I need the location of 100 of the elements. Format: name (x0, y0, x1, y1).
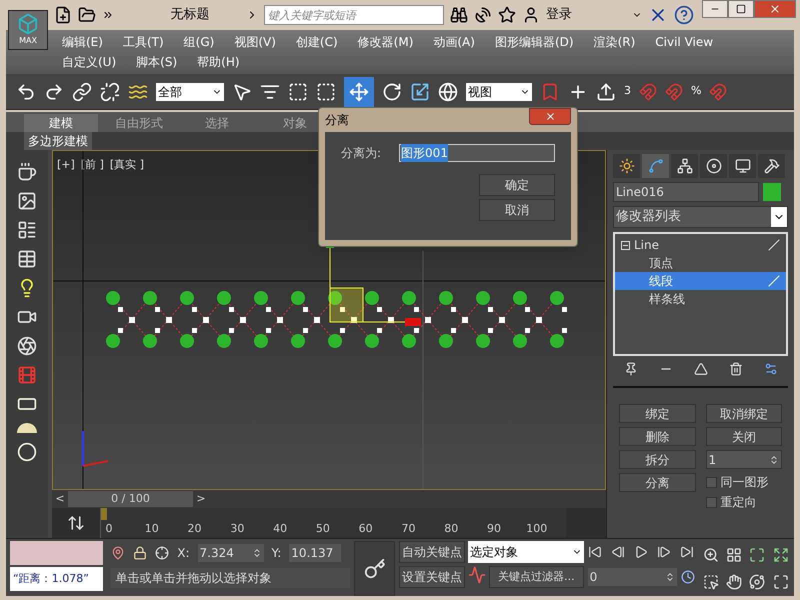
help-icon[interactable] (674, 5, 694, 25)
curve-icon[interactable] (468, 566, 486, 584)
coordinate-system-dropdown[interactable]: 视图 (466, 82, 532, 100)
checkbox-label[interactable]: 同一图形 (720, 473, 768, 491)
viewport-label[interactable]: [真实 ] (110, 157, 144, 174)
menu-item[interactable]: 视图(V) (234, 33, 276, 51)
ribbon-panel-label[interactable]: 多边形建模 (24, 132, 92, 150)
set-key-button[interactable]: 设置关键点 (399, 566, 466, 588)
cursor-icon[interactable] (232, 82, 252, 102)
command-tab[interactable] (700, 154, 727, 178)
menu-item[interactable]: 渲染(R) (594, 33, 636, 51)
key-mode-dropdown[interactable]: 选定对象 (468, 541, 584, 563)
zoom-icon[interactable] (702, 546, 719, 563)
orbit-icon[interactable] (749, 574, 766, 590)
first-frame-icon[interactable] (588, 545, 602, 559)
menu-item[interactable]: 图形编辑器(D) (494, 33, 574, 51)
pan-icon[interactable] (726, 574, 742, 590)
zoom-region-icon[interactable] (702, 574, 719, 590)
dialog-button[interactable]: 确定 (479, 174, 555, 196)
zoom-extents-icon[interactable] (749, 546, 766, 563)
object-name-field[interactable]: Line016 (613, 182, 759, 202)
rollout-button[interactable]: 取消绑定 (706, 404, 782, 423)
lock-icon[interactable] (133, 546, 148, 560)
script-output-field[interactable]: “距离：1.078” (10, 567, 104, 591)
lens-icon[interactable] (17, 336, 37, 356)
configure-icon[interactable] (764, 362, 778, 376)
ribbon-tab[interactable]: 建模 (24, 114, 98, 132)
login-link[interactable]: 登录 (546, 5, 626, 25)
maximize-button[interactable] (728, 0, 754, 18)
y-coordinate-field[interactable]: 10.137 (289, 544, 342, 562)
dialog-button[interactable]: 取消 (479, 199, 555, 221)
edit-toggle-icon[interactable] (768, 239, 780, 251)
menu-item[interactable]: 编辑(E) (62, 33, 103, 51)
link-icon[interactable] (72, 82, 92, 102)
align-icon[interactable] (596, 82, 616, 102)
dome-icon[interactable] (17, 423, 37, 433)
checkbox[interactable] (706, 476, 716, 488)
pin-icon[interactable] (624, 362, 638, 376)
rollout-button[interactable]: 关闭 (706, 427, 782, 446)
unlink-icon[interactable] (100, 82, 120, 102)
checkbox[interactable] (706, 496, 716, 508)
time-slider-thumb[interactable]: 0 / 100 (68, 491, 193, 507)
split-count-spinner[interactable]: 1 (706, 450, 782, 469)
frame-field[interactable]: 0 (588, 568, 677, 586)
stack-sub-item[interactable]: 样条线 (615, 290, 786, 308)
close-button[interactable] (754, 0, 796, 18)
menu-item[interactable]: Civil View (655, 33, 714, 51)
last-frame-icon[interactable] (680, 545, 694, 559)
pin-icon[interactable] (111, 546, 126, 560)
sphere-icon[interactable] (438, 82, 458, 102)
stack-sub-item[interactable]: 顶点 (615, 254, 786, 272)
star-icon[interactable] (498, 6, 516, 24)
stack-item[interactable]: Line (615, 236, 786, 254)
rollout-button[interactable]: 拆分 (619, 450, 696, 469)
list-window-icon[interactable] (17, 220, 37, 240)
menu-item[interactable]: 动画(A) (433, 33, 475, 51)
step-forward-icon[interactable] (657, 545, 672, 559)
menu-item[interactable]: 创建(C) (296, 33, 338, 51)
user-icon[interactable] (522, 6, 540, 24)
checkbox-label[interactable]: 重定向 (720, 493, 756, 511)
new-file-icon[interactable] (54, 6, 72, 24)
dialog-close-button[interactable] (529, 108, 571, 125)
set-key-mode-button[interactable] (354, 541, 396, 596)
selection-filter-dropdown[interactable]: 全部 (156, 82, 224, 100)
play-icon[interactable] (634, 545, 648, 559)
more-icon[interactable] (102, 9, 114, 21)
trash-icon[interactable] (728, 362, 742, 376)
menu-item[interactable]: 脚本(S) (136, 53, 178, 71)
viewport-label[interactable]: [+] (57, 157, 75, 174)
command-tab[interactable] (671, 154, 698, 178)
command-tab[interactable] (758, 154, 785, 178)
teapot-icon[interactable] (17, 162, 37, 182)
image-icon[interactable] (17, 191, 37, 211)
previous-frame-button[interactable]: < (52, 490, 68, 508)
dashed-box-icon[interactable] (316, 82, 336, 102)
film-camera-icon[interactable] (17, 365, 37, 385)
collapse-icon[interactable] (621, 240, 630, 250)
zoom-all-icon[interactable] (726, 546, 742, 563)
detach-name-field[interactable]: 图形001 (399, 144, 555, 162)
circle-icon[interactable] (17, 442, 37, 462)
rollout-button[interactable]: 绑定 (619, 404, 696, 423)
ribbon-tab[interactable]: 选择 (180, 114, 254, 132)
search-field[interactable]: 键入关键字或短语 (264, 5, 444, 25)
zoom-extents-all-icon[interactable] (772, 546, 789, 563)
time-config-icon[interactable] (680, 570, 695, 584)
auto-key-button[interactable]: 自动关键点 (399, 541, 466, 563)
modifier-list-dropdown[interactable]: 修改器列表 (613, 206, 788, 228)
menu-item[interactable]: 组(G) (184, 33, 214, 51)
step-back-icon[interactable] (610, 545, 625, 559)
command-tab[interactable] (613, 154, 640, 178)
rollout-button[interactable]: 删除 (619, 427, 696, 446)
x-coordinate-field[interactable]: 7.324 (198, 544, 264, 562)
menu-item[interactable]: 工具(T) (122, 33, 164, 51)
next-frame-button[interactable]: > (193, 490, 209, 508)
script-listener-field[interactable] (10, 541, 104, 565)
key-filters-button[interactable]: 关键点过滤器... (489, 566, 584, 588)
table-window-icon[interactable] (17, 249, 37, 269)
detach-button[interactable]: 分离 (619, 473, 696, 492)
app-menu-button[interactable]: MAX (8, 10, 48, 50)
ribbon-tab[interactable]: 自由形式 (102, 114, 176, 132)
